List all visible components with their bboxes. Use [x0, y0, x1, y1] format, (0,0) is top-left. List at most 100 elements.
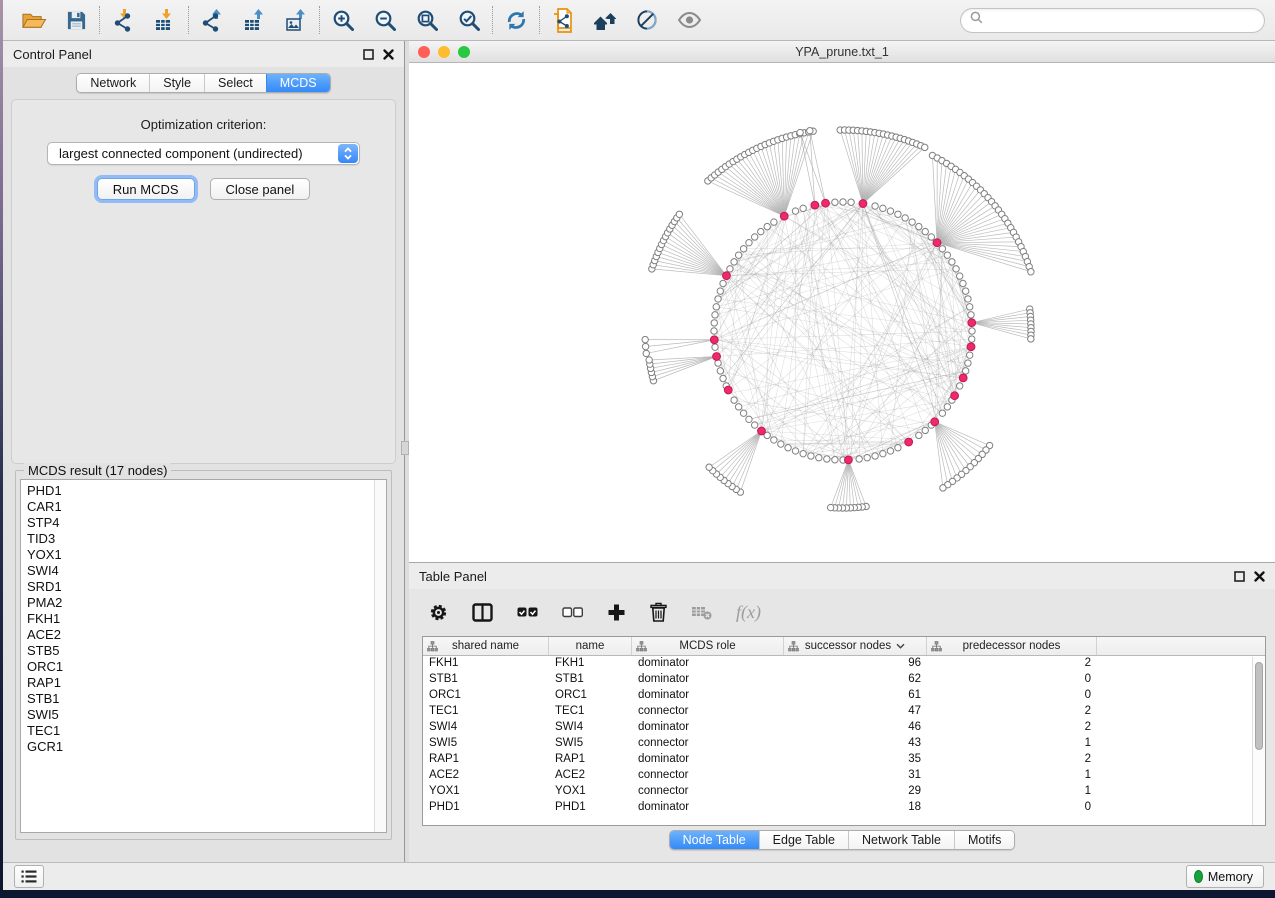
- table-cell: 1: [927, 768, 1097, 784]
- column-header-MCDS-role[interactable]: MCDS role: [632, 637, 784, 655]
- mcds-result-item[interactable]: FKH1: [27, 611, 386, 627]
- table-row[interactable]: TEC1TEC1connector472: [423, 704, 1265, 720]
- mcds-result-item[interactable]: STB1: [27, 691, 386, 707]
- zoom-fit-icon[interactable]: [414, 7, 440, 33]
- table-cell: 43: [784, 736, 927, 752]
- criterion-select[interactable]: largest connected component (undirected): [47, 142, 360, 165]
- table-row[interactable]: RAP1RAP1dominator352: [423, 752, 1265, 768]
- tab-style[interactable]: Style: [149, 74, 204, 92]
- table-row[interactable]: SWI4SWI4dominator462: [423, 720, 1265, 736]
- export-table-icon[interactable]: [241, 7, 267, 33]
- mcds-result-item[interactable]: STB5: [27, 643, 386, 659]
- open-file-icon[interactable]: [21, 7, 47, 33]
- zoom-selected-icon[interactable]: [456, 7, 482, 33]
- table-cell: 18: [784, 800, 927, 816]
- column-header-predecessor-nodes[interactable]: predecessor nodes: [927, 637, 1097, 655]
- table-row[interactable]: ACE2ACE2connector311: [423, 768, 1265, 784]
- network-graph[interactable]: [409, 63, 1275, 562]
- refresh-icon[interactable]: [503, 7, 529, 33]
- toolbar-group: [493, 7, 539, 33]
- table-scrollbar-thumb[interactable]: [1255, 662, 1263, 750]
- tab-network[interactable]: Network: [77, 74, 149, 92]
- mcds-result-title: MCDS result (17 nodes): [24, 463, 171, 478]
- network-canvas[interactable]: [409, 63, 1275, 562]
- table-cell: dominator: [632, 800, 784, 816]
- mcds-result-item[interactable]: ORC1: [27, 659, 386, 675]
- home-pages-icon[interactable]: [592, 7, 618, 33]
- toolbar-group: [540, 7, 712, 33]
- close-panel-icon[interactable]: [383, 49, 394, 60]
- table-scrollbar[interactable]: [1252, 657, 1265, 825]
- run-mcds-button[interactable]: Run MCDS: [97, 178, 195, 200]
- search-input[interactable]: [988, 13, 1255, 27]
- column-header-successor-nodes[interactable]: successor nodes: [784, 637, 927, 655]
- add-row-icon[interactable]: [607, 603, 626, 622]
- search-box: [960, 8, 1265, 33]
- split-panel-icon[interactable]: [472, 603, 493, 622]
- tab-motifs[interactable]: Motifs: [954, 831, 1014, 849]
- table-row[interactable]: ORC1ORC1dominator610: [423, 688, 1265, 704]
- table-row[interactable]: FKH1FKH1dominator962: [423, 656, 1265, 672]
- show-eye-icon[interactable]: [676, 7, 702, 33]
- cytoscape-window: Control Panel NetworkStyleSelectMCDS Opt…: [3, 0, 1275, 890]
- table-panel: Table Panel f(x) shared namenameMCDS rol…: [409, 562, 1275, 862]
- column-type-icon: [636, 641, 647, 655]
- share-document-icon[interactable]: [550, 7, 576, 33]
- float-panel-icon[interactable]: [363, 49, 374, 60]
- tab-edge-table[interactable]: Edge Table: [759, 831, 848, 849]
- tab-node-table[interactable]: Node Table: [670, 831, 759, 849]
- close-panel-button[interactable]: Close panel: [210, 178, 311, 200]
- mcds-result-item[interactable]: SWI5: [27, 707, 386, 723]
- hide-glasses-icon[interactable]: [634, 7, 660, 33]
- float-panel-icon[interactable]: [1234, 571, 1245, 582]
- table-row[interactable]: YOX1YOX1connector291: [423, 784, 1265, 800]
- tab-select[interactable]: Select: [204, 74, 266, 92]
- mcds-result-item[interactable]: TEC1: [27, 723, 386, 739]
- gear-icon[interactable]: [429, 603, 448, 622]
- table-cell: connector: [632, 784, 784, 800]
- export-image-icon[interactable]: [283, 7, 309, 33]
- table-cell: 2: [927, 720, 1097, 736]
- table-row[interactable]: PHD1PHD1dominator180: [423, 800, 1265, 816]
- deselect-all-icon[interactable]: [562, 607, 583, 618]
- select-all-icon[interactable]: [517, 607, 538, 618]
- mcds-list-scrollbar[interactable]: [374, 480, 386, 832]
- zoom-in-icon[interactable]: [330, 7, 356, 33]
- mcds-result-group: MCDS result (17 nodes) PHD1CAR1STP4TID3Y…: [15, 470, 392, 840]
- zoom-out-icon[interactable]: [372, 7, 398, 33]
- mcds-result-item[interactable]: PHD1: [27, 483, 386, 499]
- mcds-result-item[interactable]: YOX1: [27, 547, 386, 563]
- import-table-icon[interactable]: [152, 7, 178, 33]
- splitter-grip[interactable]: [401, 441, 409, 455]
- table-cell: FKH1: [423, 656, 549, 672]
- memory-button[interactable]: Memory: [1186, 865, 1264, 888]
- table-panel-header: Table Panel: [409, 563, 1275, 589]
- mcds-result-item[interactable]: STP4: [27, 515, 386, 531]
- close-panel-icon[interactable]: [1254, 571, 1265, 582]
- table-cell: 2: [927, 704, 1097, 720]
- mcds-result-item[interactable]: GCR1: [27, 739, 386, 755]
- delete-row-icon[interactable]: [650, 602, 667, 622]
- table-row[interactable]: SWI5SWI5connector431: [423, 736, 1265, 752]
- mcds-result-item[interactable]: ACE2: [27, 627, 386, 643]
- import-network-icon[interactable]: [110, 7, 136, 33]
- table-cell: 29: [784, 784, 927, 800]
- mcds-result-item[interactable]: RAP1: [27, 675, 386, 691]
- toolbar-group: [320, 7, 492, 33]
- mcds-result-item[interactable]: CAR1: [27, 499, 386, 515]
- network-window-title: YPA_prune.txt_1: [409, 45, 1275, 59]
- tab-network-table[interactable]: Network Table: [848, 831, 954, 849]
- mcds-result-item[interactable]: PMA2: [27, 595, 386, 611]
- task-history-button[interactable]: [14, 865, 44, 888]
- table-tabs: Node TableEdge TableNetwork TableMotifs: [409, 826, 1275, 854]
- mcds-result-item[interactable]: SWI4: [27, 563, 386, 579]
- table-row[interactable]: STB1STB1dominator620: [423, 672, 1265, 688]
- column-header-shared-name[interactable]: shared name: [423, 637, 549, 655]
- tab-mcds[interactable]: MCDS: [266, 74, 330, 92]
- column-header-name[interactable]: name: [549, 637, 632, 655]
- export-network-icon[interactable]: [199, 7, 225, 33]
- mcds-result-item[interactable]: TID3: [27, 531, 386, 547]
- fx-icon: f(x): [736, 602, 761, 623]
- mcds-result-item[interactable]: SRD1: [27, 579, 386, 595]
- save-session-icon[interactable]: [63, 7, 89, 33]
